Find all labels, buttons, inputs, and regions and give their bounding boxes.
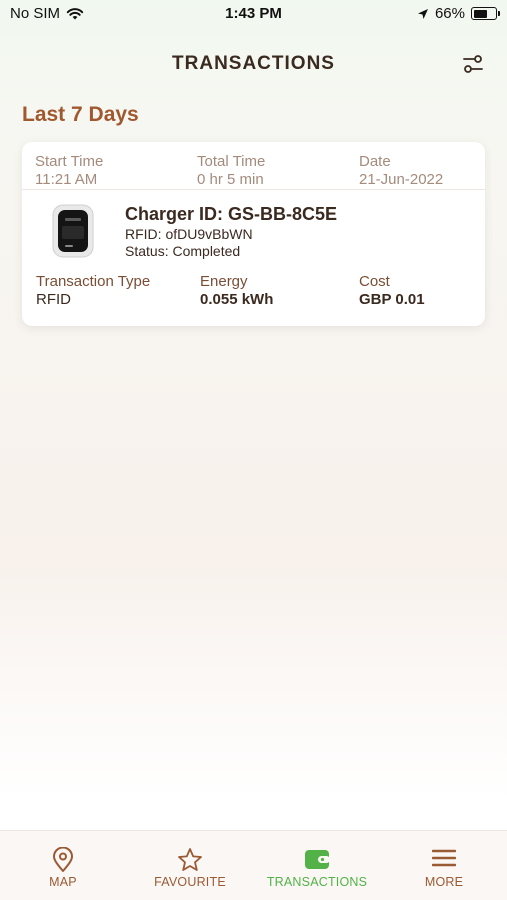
date-label: Date <box>359 153 391 170</box>
battery-icon <box>471 7 500 20</box>
battery-level <box>473 9 487 18</box>
cost-value: GBP 0.01 <box>359 291 425 308</box>
transaction-type-col: Transaction Type RFID <box>36 273 150 309</box>
tab-map-label: MAP <box>49 875 77 889</box>
card-summary: Start Time 11:21 AM Total Time 0 hr 5 mi… <box>22 142 485 190</box>
tab-bar: MAP FAVOURITE TRANSACTIONS MORE <box>0 830 507 900</box>
section-title: Last 7 Days <box>22 103 139 126</box>
transaction-type-label: Transaction Type <box>36 273 151 290</box>
charger-image <box>52 204 94 258</box>
location-arrow-icon <box>417 8 428 19</box>
tab-more-label: MORE <box>424 875 464 889</box>
total-time-label: Total Time <box>197 153 266 170</box>
start-time-label: Start Time <box>35 153 104 170</box>
energy-value: 0.055 kWh <box>200 291 274 308</box>
map-pin-icon <box>53 847 73 872</box>
transaction-card[interactable]: Start Time 11:21 AM Total Time 0 hr 5 mi… <box>22 142 485 326</box>
status-bar: No SIM 1:43 PM 66% <box>0 0 507 30</box>
rfid-value: RFID: ofDU9vBbWN <box>125 226 253 242</box>
transaction-type-value: RFID <box>36 291 71 308</box>
battery-percent: 66% <box>434 5 465 22</box>
header: TRANSACTIONS <box>0 48 507 80</box>
star-icon <box>178 848 202 871</box>
tab-favourite[interactable]: FAVOURITE <box>127 831 253 900</box>
tab-more[interactable]: MORE <box>381 831 507 900</box>
menu-icon <box>432 849 456 867</box>
tab-transactions-label: TRANSACTIONS <box>266 875 368 889</box>
energy-col: Energy 0.055 kWh <box>200 273 273 309</box>
tab-favourite-label: FAVOURITE <box>154 875 226 889</box>
energy-label: Energy <box>200 273 248 290</box>
tab-transactions[interactable]: TRANSACTIONS <box>254 831 380 900</box>
cost-col: Cost GBP 0.01 <box>359 273 425 309</box>
charger-id: Charger ID: GS-BB-8C5E <box>125 204 338 224</box>
status-right: 66% <box>417 5 500 22</box>
date-value: 21-Jun-2022 <box>359 171 444 188</box>
sliders-icon <box>463 55 483 73</box>
filter-button[interactable] <box>461 52 485 76</box>
status-value: Status: Completed <box>125 243 241 259</box>
total-time-value: 0 hr 5 min <box>197 171 264 188</box>
cost-label: Cost <box>359 273 390 290</box>
date-col: Date 21-Jun-2022 <box>359 153 443 189</box>
wallet-icon <box>305 850 330 869</box>
total-time-col: Total Time 0 hr 5 min <box>197 153 265 189</box>
page-title: TRANSACTIONS <box>172 53 335 74</box>
start-time-col: Start Time 11:21 AM <box>35 153 103 189</box>
start-time-value: 11:21 AM <box>35 171 98 188</box>
tab-map[interactable]: MAP <box>0 831 126 900</box>
